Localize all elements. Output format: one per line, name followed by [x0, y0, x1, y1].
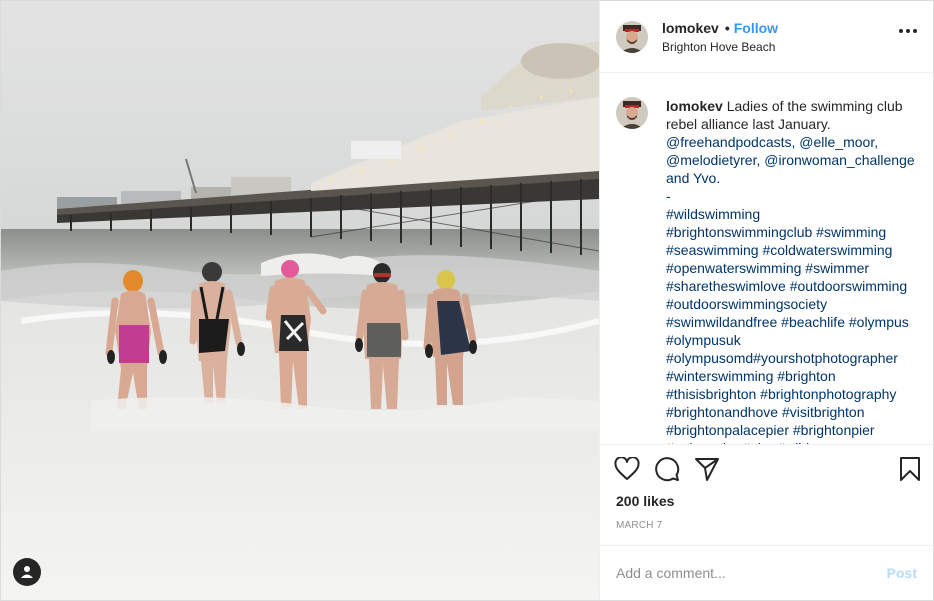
caption: lomokev Ladies of the swimming club rebe… [616, 97, 917, 444]
caption-username[interactable]: lomokev [666, 98, 723, 114]
more-options-icon[interactable] [899, 29, 917, 33]
avatar-image [616, 97, 648, 129]
likes-count[interactable]: 200 likes [600, 492, 933, 510]
caption-text: lomokev Ladies of the swimming club rebe… [666, 97, 917, 444]
post-side-panel: lomokev • Follow Brighton Hove Beach lom… [599, 1, 933, 600]
speech-bubble-icon[interactable] [654, 453, 686, 485]
heart-icon[interactable] [614, 453, 646, 485]
avatar[interactable] [616, 20, 648, 53]
beach-photo-image [1, 1, 599, 600]
separator-dot: • [724, 20, 730, 36]
header-username[interactable]: lomokev [662, 19, 719, 37]
bookmark-icon[interactable] [889, 453, 921, 485]
caption-body[interactable]: @freehandpodcasts, @elle_moor, @melodiet… [666, 134, 915, 444]
post-header: lomokev • Follow Brighton Hove Beach [600, 1, 933, 73]
comment-input[interactable] [616, 565, 887, 581]
instagram-post: lomokev • Follow Brighton Hove Beach lom… [0, 0, 934, 601]
person-glyph [21, 566, 33, 578]
add-comment-bar: Post [600, 545, 933, 600]
person-icon[interactable] [13, 558, 41, 586]
action-bar [600, 444, 933, 492]
paper-plane-icon[interactable] [694, 453, 726, 485]
follow-button[interactable]: Follow [734, 19, 778, 37]
caption-avatar[interactable] [616, 97, 648, 129]
post-photo[interactable] [1, 1, 599, 600]
post-comment-button[interactable]: Post [887, 565, 917, 581]
location-link[interactable]: Brighton Hove Beach [662, 40, 778, 54]
avatar-image [616, 20, 648, 53]
post-date[interactable]: MARCH 7 [600, 520, 933, 531]
comments-area: lomokev Ladies of the swimming club rebe… [600, 73, 933, 444]
